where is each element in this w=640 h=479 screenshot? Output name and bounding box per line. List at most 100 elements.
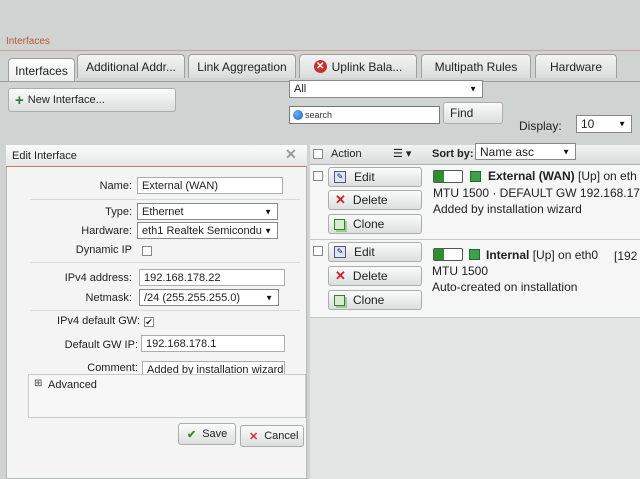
action-header: Action xyxy=(331,148,362,160)
tab-label: Multipath Rules xyxy=(434,59,518,74)
edit-label: Edit xyxy=(354,245,375,259)
row-checkbox[interactable] xyxy=(313,171,323,181)
new-interface-button[interactable]: + New Interface... xyxy=(8,88,176,112)
column-menu-icon[interactable]: ☰ ▾ xyxy=(393,147,411,160)
new-interface-label: New Interface... xyxy=(27,94,105,106)
hardware-select[interactable]: eth1 Realtek Semicondu ▼ xyxy=(137,222,278,239)
clone-label: Clone xyxy=(353,293,385,307)
delete-button[interactable]: ✕ Delete xyxy=(328,266,422,286)
tab-label: Hardware xyxy=(549,59,603,74)
ipv4-default-gw-checkbox[interactable]: ✔ xyxy=(144,317,154,327)
status-toggle[interactable] xyxy=(433,248,463,261)
netmask-value: /24 (255.255.255.0) xyxy=(144,291,241,304)
interface-details: MTU 1500 xyxy=(432,264,489,278)
ipv4-default-gw-label: IPv4 default GW: xyxy=(57,315,140,327)
cancel-label: Cancel xyxy=(264,430,299,442)
ipv4-address-label: IPv4 address: xyxy=(64,272,132,284)
advanced-toggle[interactable]: Advanced xyxy=(48,379,97,391)
netmask-label: Netmask: xyxy=(85,292,132,304)
interface-title: Internal [Up] on eth0 xyxy=(486,248,598,262)
tab-label: Interfaces xyxy=(15,63,68,78)
edit-panel-title: Edit Interface xyxy=(12,149,77,162)
select-all-checkbox[interactable] xyxy=(313,149,323,159)
display-label: Display: xyxy=(519,119,562,133)
chevron-down-icon: ▼ xyxy=(562,147,570,156)
edit-panel-header: Edit Interface xyxy=(6,145,307,167)
default-gw-ip-label: Default GW IP: xyxy=(64,339,138,351)
tab-additional-addresses[interactable]: Additional Addr... xyxy=(77,54,185,78)
sort-select[interactable]: Name asc ▼ xyxy=(475,143,576,160)
interface-name: External (WAN) xyxy=(488,169,575,183)
find-button[interactable]: Find xyxy=(443,102,503,124)
clone-icon xyxy=(334,294,345,306)
name-field[interactable]: External (WAN) xyxy=(137,177,283,194)
tab-label: Uplink Bala... xyxy=(331,59,403,74)
tab-label: Link Aggregation xyxy=(197,59,287,74)
chevron-down-icon: ▼ xyxy=(618,119,626,129)
status-toggle[interactable] xyxy=(433,170,463,183)
divider xyxy=(30,310,300,311)
edit-button[interactable]: ✎ Edit xyxy=(328,242,422,262)
interface-title: External (WAN) [Up] on eth xyxy=(488,169,637,183)
interface-details: MTU 1500 · DEFAULT GW 192.168.17 xyxy=(433,186,640,200)
type-value: Ethernet xyxy=(142,205,184,218)
clone-button[interactable]: Clone xyxy=(328,214,422,234)
chevron-down-icon: ▼ xyxy=(469,84,477,94)
flag-icon xyxy=(470,171,481,182)
hardware-label: Hardware: xyxy=(81,225,132,237)
close-icon: ✕ xyxy=(249,430,259,443)
flag-icon xyxy=(469,249,480,260)
interface-comment: Added by installation wizard xyxy=(433,202,582,216)
search-placeholder: search xyxy=(305,110,333,120)
hardware-value: eth1 Realtek Semicondu xyxy=(142,224,262,237)
clone-button[interactable]: Clone xyxy=(328,290,422,310)
edit-button[interactable]: ✎ Edit xyxy=(328,167,422,187)
tab-uplink-balancing[interactable]: ✕ Uplink Bala... xyxy=(299,54,417,78)
display-select[interactable]: 10 ▼ xyxy=(576,115,632,133)
chevron-down-icon: ▼ xyxy=(265,293,273,302)
tab-interfaces[interactable]: Interfaces xyxy=(8,58,75,82)
clone-icon xyxy=(334,218,345,230)
sort-value: Name asc xyxy=(480,144,535,159)
expand-icon[interactable]: ⊞ xyxy=(34,378,42,389)
tab-multipath-rules[interactable]: Multipath Rules xyxy=(421,54,531,78)
row-checkbox[interactable] xyxy=(313,246,323,256)
toggle-on-indicator xyxy=(434,171,444,182)
delete-label: Delete xyxy=(352,193,388,207)
edit-icon: ✎ xyxy=(334,171,346,183)
save-button[interactable]: ✔ Save xyxy=(178,423,236,445)
window-title: Interfaces xyxy=(6,36,50,47)
delete-button[interactable]: ✕ Delete xyxy=(328,190,422,210)
filter-value: All xyxy=(294,83,307,95)
search-input[interactable]: search xyxy=(289,106,440,124)
delete-label: Delete xyxy=(352,269,388,283)
interface-status: [Up] on eth0 xyxy=(532,248,599,262)
checkmark-icon: ✔ xyxy=(187,428,197,441)
default-gw-ip-field[interactable]: 192.168.178.1 xyxy=(141,335,285,352)
netmask-select[interactable]: /24 (255.255.255.0) ▼ xyxy=(139,289,279,306)
tab-link-aggregation[interactable]: Link Aggregation xyxy=(188,54,296,78)
divider xyxy=(30,262,300,263)
dynamic-ip-label: Dynamic IP xyxy=(75,244,132,256)
display-value: 10 xyxy=(581,117,595,131)
clone-label: Clone xyxy=(353,217,385,231)
tab-label: Additional Addr... xyxy=(85,59,177,74)
search-icon xyxy=(293,110,303,120)
dynamic-ip-checkbox[interactable] xyxy=(142,246,152,256)
type-label: Type: xyxy=(105,206,132,218)
find-label: Find xyxy=(450,106,474,120)
interface-address: [192 xyxy=(614,249,638,263)
cancel-button[interactable]: ✕ Cancel xyxy=(240,425,304,447)
filter-select[interactable]: All ▼ xyxy=(289,80,483,98)
interface-name: Internal xyxy=(486,248,530,262)
plus-icon: + xyxy=(15,91,24,109)
type-select[interactable]: Ethernet ▼ xyxy=(137,203,278,220)
name-label: Name: xyxy=(99,180,132,192)
tab-hardware[interactable]: Hardware xyxy=(535,54,617,78)
interface-comment: Auto-created on installation xyxy=(432,280,578,294)
divider xyxy=(30,199,300,200)
sort-by-label: Sort by: xyxy=(432,148,474,160)
ipv4-address-field[interactable]: 192.168.178.22 xyxy=(139,269,285,286)
comment-label: Comment: xyxy=(87,362,138,374)
chevron-down-icon: ▼ xyxy=(264,207,272,216)
